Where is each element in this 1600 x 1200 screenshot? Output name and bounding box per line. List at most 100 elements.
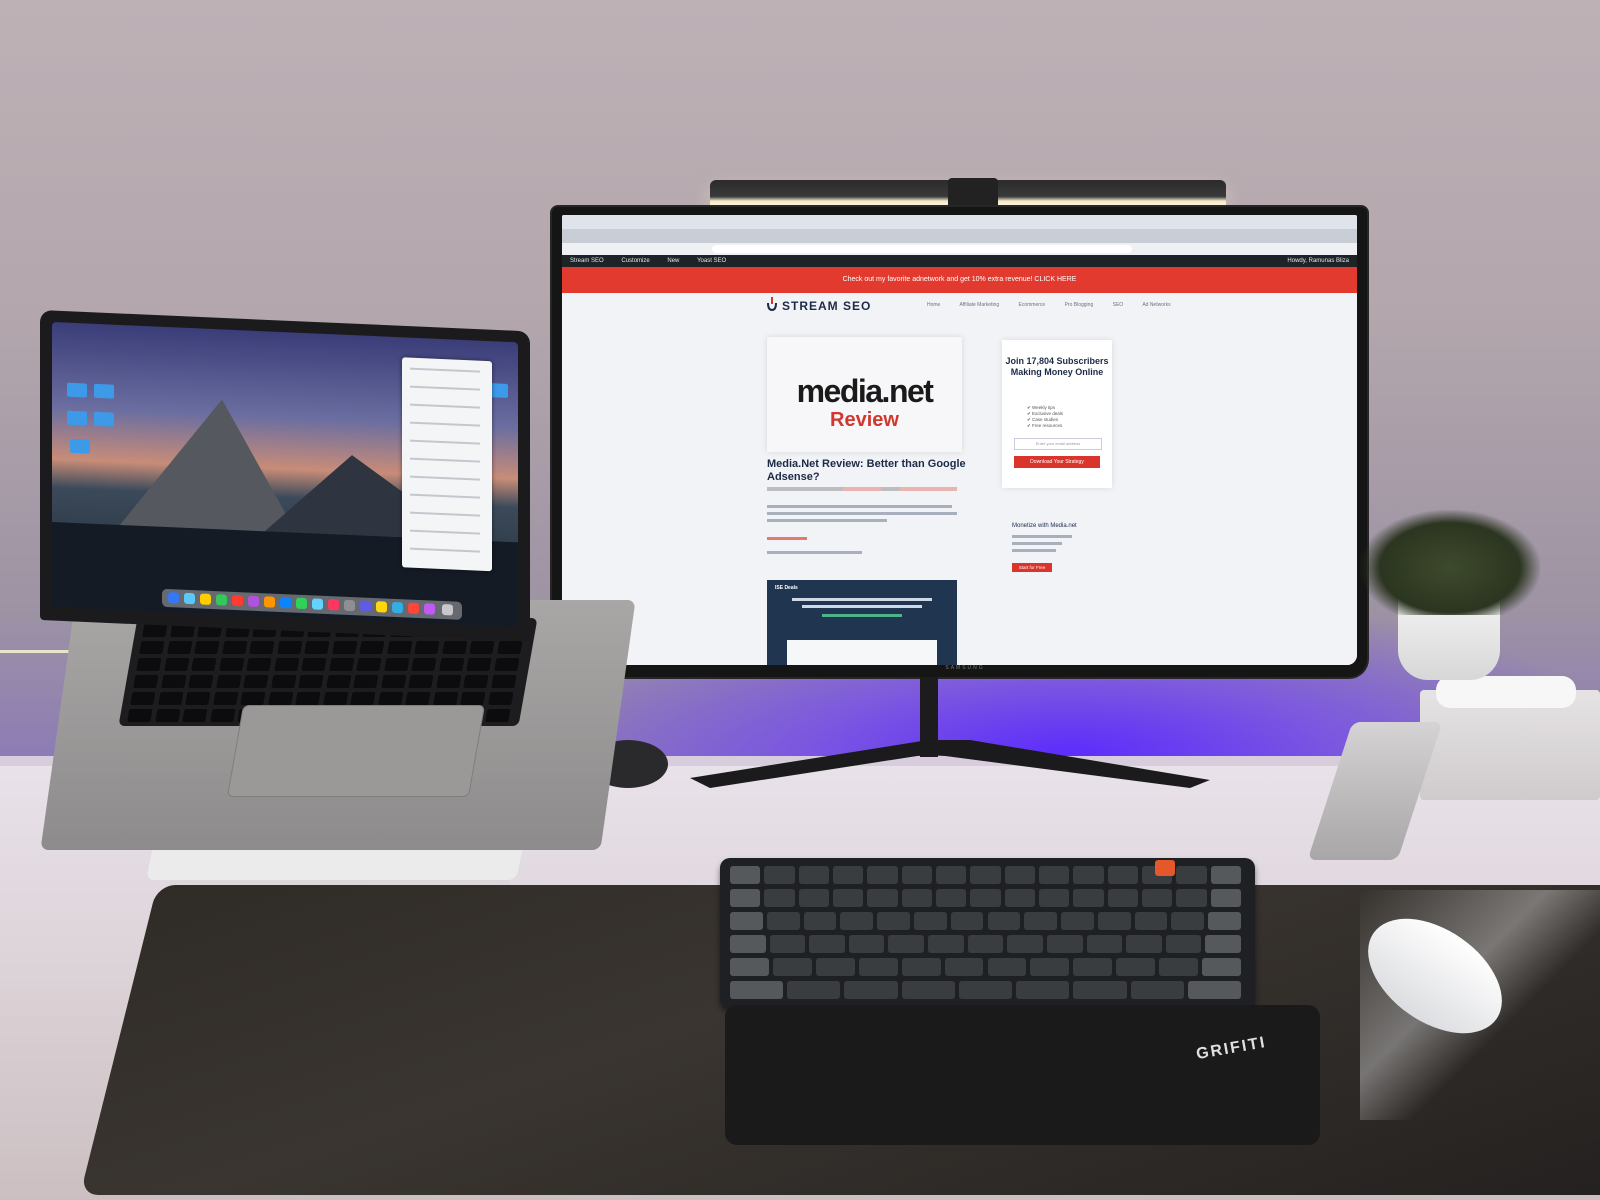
panel-line [410, 511, 480, 517]
laptop-trackpad [226, 705, 486, 797]
nav-home[interactable]: Home [927, 302, 940, 308]
post-excerpt-line [767, 505, 952, 508]
monitor-screen: Stream SEO Customize New Yoast SEO Howdy… [562, 215, 1357, 665]
keycap [1176, 889, 1207, 907]
keycap [787, 981, 841, 999]
keycap [772, 958, 812, 976]
wrist-rest [725, 1005, 1320, 1145]
laptop-key [328, 658, 354, 671]
dock-app-icon[interactable] [280, 596, 291, 609]
keycap [1039, 866, 1070, 884]
laptop-key [212, 692, 238, 705]
wp-bar-customize[interactable]: Customize [621, 258, 649, 264]
dock-app-icon[interactable] [200, 593, 211, 605]
dock-app-icon[interactable] [264, 596, 275, 608]
address-bar[interactable] [712, 245, 1132, 253]
dock-app-icon[interactable] [392, 601, 403, 614]
keycap [1130, 981, 1184, 999]
laptop-key [139, 641, 165, 654]
folder-icon[interactable] [94, 383, 114, 399]
airpods-case [1436, 676, 1576, 708]
keycap [730, 866, 761, 884]
dock-app-icon[interactable] [360, 600, 371, 612]
nav-blogging[interactable]: Pro Blogging [1065, 302, 1094, 308]
ad-banner[interactable]: ISE Deals [767, 580, 957, 665]
keycap [1016, 981, 1070, 999]
keycap [798, 866, 829, 884]
newsletter-email-input[interactable]: Enter your email address [1014, 438, 1102, 450]
folder-icon[interactable] [67, 382, 87, 398]
newsletter-widget: Join 17,804 Subscribers Making Money Onl… [1002, 340, 1112, 488]
panel-line [410, 367, 480, 373]
laptop-key [380, 675, 406, 688]
dock-app-icon[interactable] [376, 601, 387, 613]
keycap [901, 866, 932, 884]
dock-app-icon[interactable] [344, 599, 355, 612]
hero-image[interactable]: media.net Review [767, 337, 962, 452]
dock-app-icon[interactable] [184, 592, 195, 605]
nav-seo[interactable]: SEO [1113, 302, 1124, 308]
trash-icon[interactable] [442, 604, 453, 616]
keycap [901, 889, 932, 907]
monitor-stand-base [690, 740, 1210, 788]
folder-icon[interactable] [70, 438, 90, 454]
dock-app-icon[interactable] [408, 602, 419, 615]
folder-icon[interactable] [67, 410, 87, 426]
keycap [833, 866, 864, 884]
browser-menu-bar [562, 215, 1357, 230]
dock-app-icon[interactable] [328, 599, 339, 611]
wp-bar-site[interactable]: Stream SEO [570, 258, 604, 264]
wp-bar-new[interactable]: New [667, 258, 679, 264]
dock-app-icon[interactable] [216, 594, 227, 606]
keycap [901, 981, 955, 999]
notification-panel[interactable] [402, 357, 492, 572]
newsletter-submit-button[interactable]: Download Your Strategy [1014, 456, 1100, 468]
wp-bar-howdy[interactable]: Howdy, Ramunas Bliza [1287, 255, 1349, 267]
keycap [1086, 935, 1123, 953]
laptop-key [154, 709, 180, 722]
keycap [867, 889, 898, 907]
laptop-key [325, 675, 351, 688]
post-excerpt-line [767, 519, 887, 522]
keycap [1159, 958, 1199, 976]
panel-line [410, 475, 480, 481]
dock-app-icon[interactable] [296, 597, 307, 610]
dock-app-icon[interactable] [232, 594, 243, 607]
laptop-key [185, 692, 211, 705]
site-logo[interactable]: STREAM SEO [782, 299, 871, 313]
laptop-key [218, 658, 244, 671]
dock-app-icon[interactable] [248, 595, 259, 608]
post-title[interactable]: Media.Net Review: Better than Google Ads… [767, 458, 967, 484]
panel-line [410, 421, 480, 427]
laptop-key [295, 692, 321, 705]
keycap [1039, 889, 1070, 907]
nav-affiliate[interactable]: Affiliate Marketing [959, 302, 999, 308]
laptop-key [469, 641, 495, 654]
keycap [1126, 935, 1162, 953]
laptop-key [188, 675, 214, 688]
stream-seo-logo-icon [767, 297, 777, 311]
keycap [970, 889, 1001, 907]
dock-app-icon[interactable] [312, 598, 323, 610]
keycap [1107, 889, 1138, 907]
dock-app-icon[interactable] [424, 603, 435, 615]
nav-adnetworks[interactable]: Ad Networks [1142, 302, 1170, 308]
hero-title: media.net [796, 373, 934, 409]
keycap [1073, 958, 1113, 976]
laptop-key [383, 658, 409, 671]
ad-form-area [787, 640, 937, 665]
nav-ecommerce[interactable]: Ecommerce [1019, 302, 1046, 308]
read-more-link[interactable] [767, 537, 807, 540]
folder-icon[interactable] [94, 411, 114, 427]
sidebar-ad-button[interactable]: Start for Free [1012, 563, 1052, 572]
browser-tab-strip[interactable] [562, 229, 1357, 243]
keycap [730, 912, 763, 930]
keycap [1210, 889, 1241, 907]
laptop-key [127, 709, 153, 722]
keycap [1073, 866, 1104, 884]
wp-bar-yoast[interactable]: Yoast SEO [697, 258, 726, 264]
laptop-key [386, 641, 412, 654]
keycap [1007, 935, 1043, 953]
dock-app-icon[interactable] [168, 592, 179, 604]
promo-banner[interactable]: Check out my favorite adnetwork and get … [562, 267, 1357, 293]
